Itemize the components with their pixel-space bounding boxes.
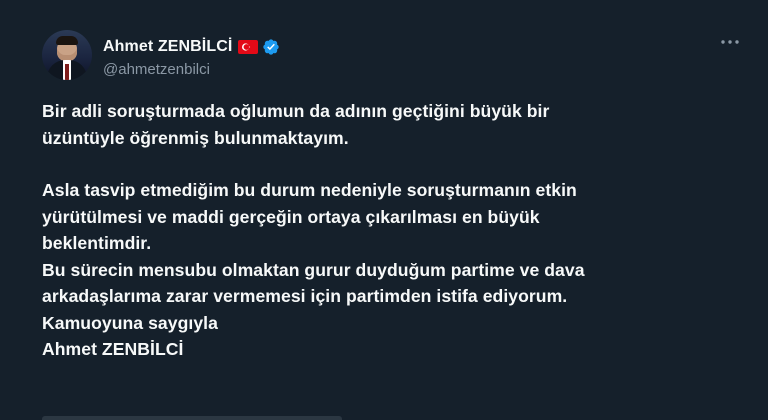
tweet-paragraph-3: Bu sürecin mensubu olmaktan gurur duyduğ…	[42, 259, 585, 307]
avatar[interactable]	[42, 30, 92, 80]
name-row: Ahmet ZENBİLCİ	[103, 36, 280, 58]
verified-badge-icon[interactable]	[262, 38, 280, 56]
avatar-tie	[65, 64, 69, 80]
tweet-card: Ahmet ZENBİLCİ @ahmetzenbilci Bir adli s…	[0, 0, 768, 420]
turkey-flag-icon	[238, 40, 259, 54]
author-handle[interactable]: @ahmetzenbilci	[103, 61, 280, 78]
tweet-header: Ahmet ZENBİLCİ @ahmetzenbilci	[42, 30, 728, 86]
more-options-icon[interactable]	[720, 38, 740, 46]
cutoff-metadata-placeholder	[42, 416, 342, 420]
tweet-paragraph-2: Asla tasvip etmediğim bu durum nedeniyle…	[42, 180, 577, 253]
tweet-timestamp-cutoff	[42, 410, 342, 420]
author-display-name[interactable]: Ahmet ZENBİLCİ	[103, 38, 232, 56]
tweet-text: Bir adli soruşturmada oğlumun da adının …	[42, 98, 728, 363]
tweet-signature: Ahmet ZENBİLCİ	[42, 339, 184, 359]
author-info: Ahmet ZENBİLCİ @ahmetzenbilci	[103, 36, 280, 78]
avatar-hair	[56, 36, 78, 45]
tweet-closing-line: Kamuoyuna saygıyla	[42, 312, 218, 333]
tweet-paragraph-1: Bir adli soruşturmada oğlumun da adının …	[42, 101, 550, 148]
